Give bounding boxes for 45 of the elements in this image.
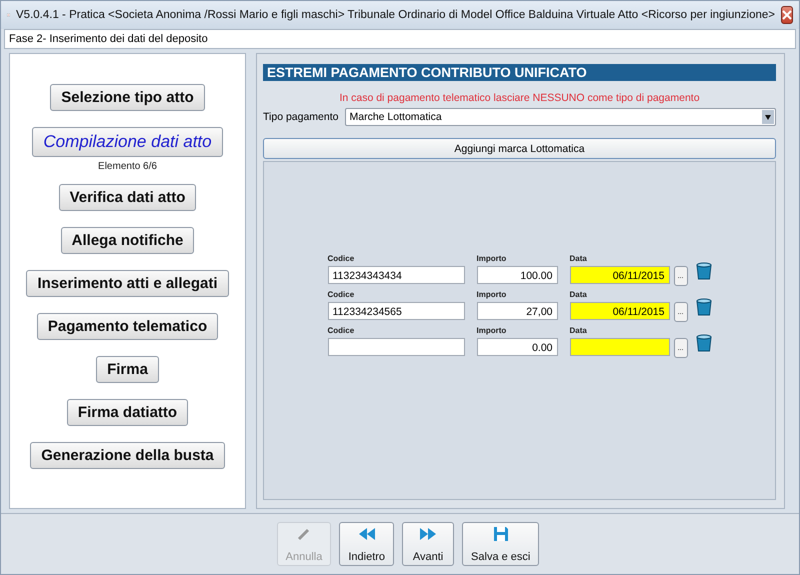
add-stamp-button[interactable]: Aggiungi marca Lottomatica	[263, 138, 776, 159]
step-button[interactable]: Verifica dati atto	[58, 184, 196, 211]
amount-label: Importo	[476, 326, 508, 335]
close-button[interactable]	[781, 6, 793, 24]
amount-field[interactable]: 0.00	[476, 338, 558, 356]
warning-text: In caso di pagamento telematico lasciare NESSUNO come tipo di pagamento	[338, 92, 701, 104]
code-field[interactable]: 113234343434	[328, 266, 464, 284]
back-button[interactable]: Indietro	[339, 522, 394, 566]
section-header: ESTREMI PAGAMENTO CONTRIBUTO UNIFICATO	[263, 64, 776, 81]
phase-field: Fase 2- Inserimento dei dati del deposito	[4, 29, 796, 49]
forward-button[interactable]: Avanti	[402, 522, 454, 566]
amount-field[interactable]: 100.00	[476, 266, 558, 284]
bin-icon[interactable]	[696, 334, 712, 352]
date-label: Data	[570, 254, 588, 263]
date-field[interactable]: 06/11/2015	[570, 266, 670, 284]
bin-icon[interactable]	[696, 298, 712, 316]
payment-type-dropdown[interactable]: Marche Lottomatica	[344, 108, 776, 126]
rewind-icon	[358, 525, 376, 543]
save-button[interactable]: Salva e esci	[462, 522, 540, 566]
date-label: Data	[570, 290, 588, 299]
code-label: Codice	[328, 254, 356, 263]
amount-field[interactable]: 27,00	[476, 302, 558, 320]
step-button[interactable]: Firma datiatto	[66, 399, 188, 426]
step-button[interactable]: Pagamento telematico	[36, 313, 218, 340]
step-button[interactable]: Selezione tipo atto	[50, 84, 205, 111]
step-button[interactable]: Allega notifiche	[60, 227, 194, 254]
amount-label: Importo	[476, 254, 508, 263]
step-button[interactable]: Firma	[96, 356, 159, 383]
step-button[interactable]: Inserimento atti e allegati	[26, 270, 229, 297]
step-note: Elemento 6/6	[98, 161, 157, 172]
code-field[interactable]: 112334234565	[328, 302, 464, 320]
step-button[interactable]: Compilazione dati atto	[32, 127, 223, 157]
date-field[interactable]	[570, 338, 670, 356]
step-button[interactable]: Generazione della busta	[30, 442, 225, 469]
amount-label: Importo	[476, 290, 508, 299]
window-title: V5.0.4.1 - Pratica <Societa Anonima /Rossi Mario e figli maschi> Tribunale Ordinario di Model Office Balduina Virtuale Atto <Ricorso per ingiunzione>	[16, 9, 775, 21]
code-label: Codice	[328, 290, 356, 299]
type-label: Tipo pagamento	[263, 111, 338, 123]
code-label: Codice	[328, 326, 356, 335]
bin-icon[interactable]	[696, 262, 712, 280]
date-label: Data	[570, 326, 588, 335]
date-field[interactable]: 06/11/2015	[570, 302, 670, 320]
save-icon	[492, 525, 510, 543]
code-field[interactable]	[328, 338, 464, 356]
fast-forward-icon	[419, 525, 438, 543]
